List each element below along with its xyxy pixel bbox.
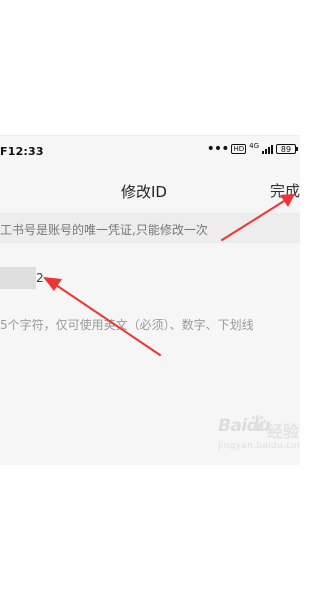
page-title: 修改ID — [121, 183, 167, 201]
id-input-row[interactable]: 2 — [0, 262, 300, 296]
status-bar: F12:33 ••• HD 4G 89 — [0, 135, 300, 167]
hd-icon: HD — [231, 144, 247, 154]
watermark-domain: jingyan.baidu.com — [218, 441, 300, 451]
status-time: F12:33 — [0, 145, 44, 158]
watermark-experience: 经验 — [267, 422, 300, 441]
network-4g-icon: 4G — [249, 142, 259, 150]
status-icons: ••• HD 4G 89 — [206, 141, 298, 157]
done-button[interactable]: 完成 — [266, 180, 300, 201]
screenshot-stage: F12:33 ••• HD 4G 89 修改ID 完成 工书号是账号的唯一凭证,… — [0, 0, 300, 600]
navigation-bar: 修改ID 完成 — [0, 168, 300, 212]
signal-icon — [262, 144, 273, 154]
baidu-experience-watermark: Baidu 经验 jingyan.baidu.com — [195, 410, 300, 460]
menu-dots-icon: ••• — [206, 141, 230, 157]
phone-screen: F12:33 ••• HD 4G 89 修改ID 完成 工书号是账号的唯一凭证,… — [0, 135, 300, 465]
id-redaction-blur — [0, 267, 36, 289]
id-notice-bar: 工书号是账号的唯一凭证,只能修改一次 — [0, 213, 300, 243]
id-rules-text: 5个字符，仅可使用英文（必须）、数字、下划线 — [0, 318, 254, 332]
id-notice-text: 工书号是账号的唯一凭证,只能修改一次 — [0, 223, 208, 237]
id-visible-tail: 2 — [36, 271, 44, 285]
battery-icon: 89 — [276, 144, 298, 154]
baidu-paw-icon — [250, 416, 266, 432]
